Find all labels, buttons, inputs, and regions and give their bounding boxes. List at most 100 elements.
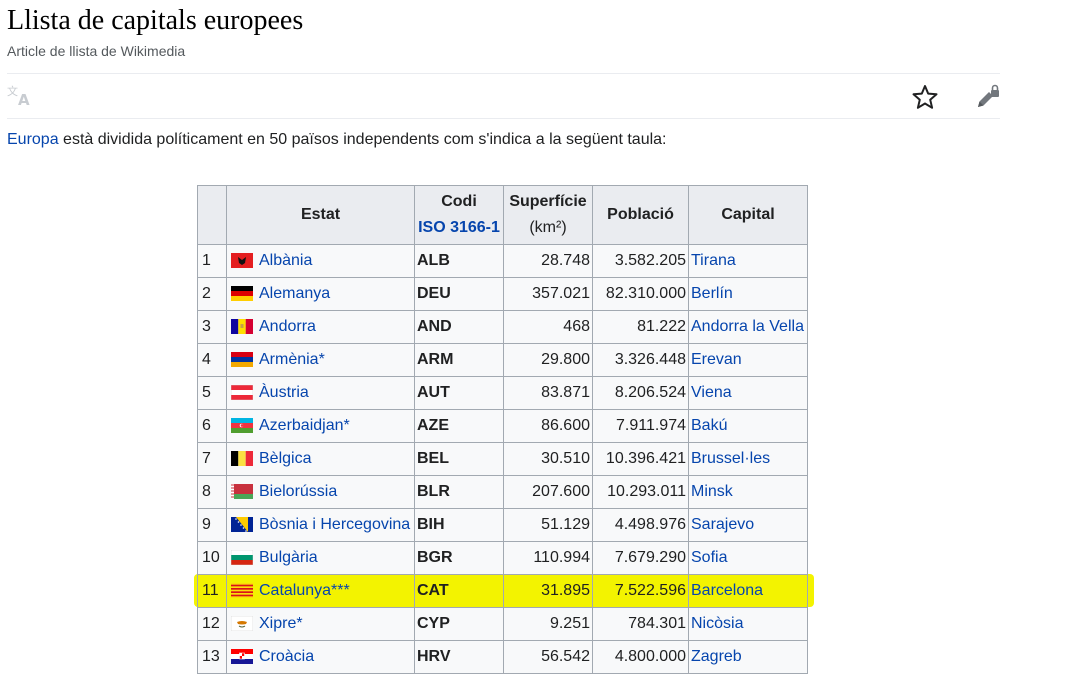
country-cell: Azerbaidjan* — [226, 409, 415, 443]
andorra-flag-icon[interactable] — [231, 319, 253, 335]
armenia-flag-icon[interactable] — [231, 352, 253, 368]
divider — [7, 118, 1000, 119]
population-value: 4.800.000 — [592, 640, 689, 674]
star-icon[interactable] — [912, 84, 938, 110]
country-cell: Xipre* — [226, 607, 415, 641]
country-link[interactable]: Bèlgica — [259, 450, 311, 467]
capital-link[interactable]: Zagreb — [691, 648, 742, 665]
capital-cell: Sofia — [688, 541, 808, 575]
table-row: 11 Catalunya*** CAT 31.895 7.522.596 Barcelon… — [197, 574, 808, 608]
row-index: 10 — [197, 541, 227, 575]
country-link[interactable]: Albània — [259, 252, 312, 269]
country-cell: Bulgària — [226, 541, 415, 575]
country-link[interactable]: Bielorússia — [259, 483, 337, 500]
country-link[interactable]: Bulgària — [259, 549, 318, 566]
area-value: 357.021 — [503, 277, 593, 311]
capital-cell: Sarajevo — [688, 508, 808, 542]
header-poblacio[interactable]: Població — [592, 185, 689, 245]
table-row: 3 Andorra AND 468 81.222 Andorra la Vella — [197, 310, 808, 344]
row-index: 6 — [197, 409, 227, 443]
population-value: 7.911.974 — [592, 409, 689, 443]
capital-link[interactable]: Viena — [691, 384, 732, 401]
iso-3166-link[interactable]: ISO 3166-1 — [418, 219, 500, 236]
capital-link[interactable]: Brussel·les — [691, 450, 770, 467]
country-link[interactable]: Armènia* — [259, 351, 325, 368]
capital-link[interactable]: Erevan — [691, 351, 742, 368]
catalonia-flag-icon[interactable] — [231, 583, 253, 599]
row-index: 5 — [197, 376, 227, 410]
country-link[interactable]: Croàcia — [259, 648, 314, 665]
capital-link[interactable]: Minsk — [691, 483, 733, 500]
europa-link[interactable]: Europa — [7, 131, 59, 148]
capital-link[interactable]: Bakú — [691, 417, 727, 434]
country-link[interactable]: Andorra — [259, 318, 316, 335]
table-row: 8 Bielorússia BLR 207.600 10.293.011 Minsk — [197, 475, 808, 509]
row-index: 8 — [197, 475, 227, 509]
country-cell: Bèlgica — [226, 442, 415, 476]
area-value: 207.600 — [503, 475, 593, 509]
capital-link[interactable]: Sarajevo — [691, 516, 754, 533]
country-link[interactable]: Catalunya*** — [259, 582, 350, 599]
capital-link[interactable]: Barcelona — [691, 582, 763, 599]
area-value: 9.251 — [503, 607, 593, 641]
capital-link[interactable]: Sofia — [691, 549, 727, 566]
germany-flag-icon[interactable] — [231, 286, 253, 302]
population-value: 7.679.290 — [592, 541, 689, 575]
population-value: 784.301 — [592, 607, 689, 641]
population-value: 3.326.448 — [592, 343, 689, 377]
belarus-flag-icon[interactable] — [231, 484, 253, 500]
table-row: 9 Bòsnia i Hercegovina BIH 51.129 4.498.976 S… — [197, 508, 808, 542]
capital-link[interactable]: Andorra la Vella — [691, 318, 804, 335]
belgium-flag-icon[interactable] — [231, 451, 253, 467]
header-superficie[interactable]: Superfície (km²) — [503, 185, 593, 245]
header-estat[interactable]: Estat — [226, 185, 415, 245]
country-link[interactable]: Alemanya — [259, 285, 330, 302]
iso-code: AND — [414, 310, 504, 344]
population-value: 81.222 — [592, 310, 689, 344]
row-index: 12 — [197, 607, 227, 641]
row-index: 4 — [197, 343, 227, 377]
capital-cell: Tirana — [688, 244, 808, 278]
country-cell: Albània — [226, 244, 415, 278]
austria-flag-icon[interactable] — [231, 385, 253, 401]
country-cell: Alemanya — [226, 277, 415, 311]
croatia-flag-icon[interactable] — [231, 649, 253, 665]
capital-cell: Viena — [688, 376, 808, 410]
country-link[interactable]: Àustria — [259, 384, 309, 401]
capital-link[interactable]: Berlín — [691, 285, 733, 302]
area-value: 29.800 — [503, 343, 593, 377]
country-cell: Bòsnia i Hercegovina — [226, 508, 415, 542]
bulgaria-flag-icon[interactable] — [231, 550, 253, 566]
capital-cell: Minsk — [688, 475, 808, 509]
header-capital[interactable]: Capital — [688, 185, 808, 245]
header-superficie-unit: (km²) — [529, 219, 567, 236]
azerbaijan-flag-icon[interactable] — [231, 418, 253, 434]
table-row: 4 Armènia* ARM 29.800 3.326.448 Erevan — [197, 343, 808, 377]
translate-icon[interactable]: 文 A — [7, 84, 33, 108]
table-row: 13 Croàcia HRV 56.542 4.800.000 Zagreb — [197, 640, 808, 674]
edit-lock-icon[interactable] — [975, 84, 1001, 110]
header-capital-label: Capital — [721, 206, 775, 223]
country-cell: Croàcia — [226, 640, 415, 674]
population-value: 10.293.011 — [592, 475, 689, 509]
bosnia-flag-icon[interactable] — [231, 517, 253, 533]
cyprus-flag-icon[interactable] — [231, 616, 253, 632]
country-link[interactable]: Bòsnia i Hercegovina — [259, 516, 410, 533]
capital-link[interactable]: Nicòsia — [691, 615, 743, 632]
row-index: 9 — [197, 508, 227, 542]
area-value: 56.542 — [503, 640, 593, 674]
iso-code: CAT — [414, 574, 504, 608]
country-link[interactable]: Azerbaidjan* — [259, 417, 350, 434]
country-link[interactable]: Xipre* — [259, 615, 303, 632]
iso-code: BLR — [414, 475, 504, 509]
area-value: 83.871 — [503, 376, 593, 410]
svg-text:文: 文 — [7, 84, 18, 98]
capital-link[interactable]: Tirana — [691, 252, 736, 269]
iso-code: DEU — [414, 277, 504, 311]
population-value: 82.310.000 — [592, 277, 689, 311]
capital-cell: Brussel·les — [688, 442, 808, 476]
albania-flag-icon[interactable] — [231, 253, 253, 269]
capital-cell: Nicòsia — [688, 607, 808, 641]
header-index[interactable] — [197, 185, 227, 245]
header-codi[interactable]: Codi ISO 3166-1 — [414, 185, 504, 245]
